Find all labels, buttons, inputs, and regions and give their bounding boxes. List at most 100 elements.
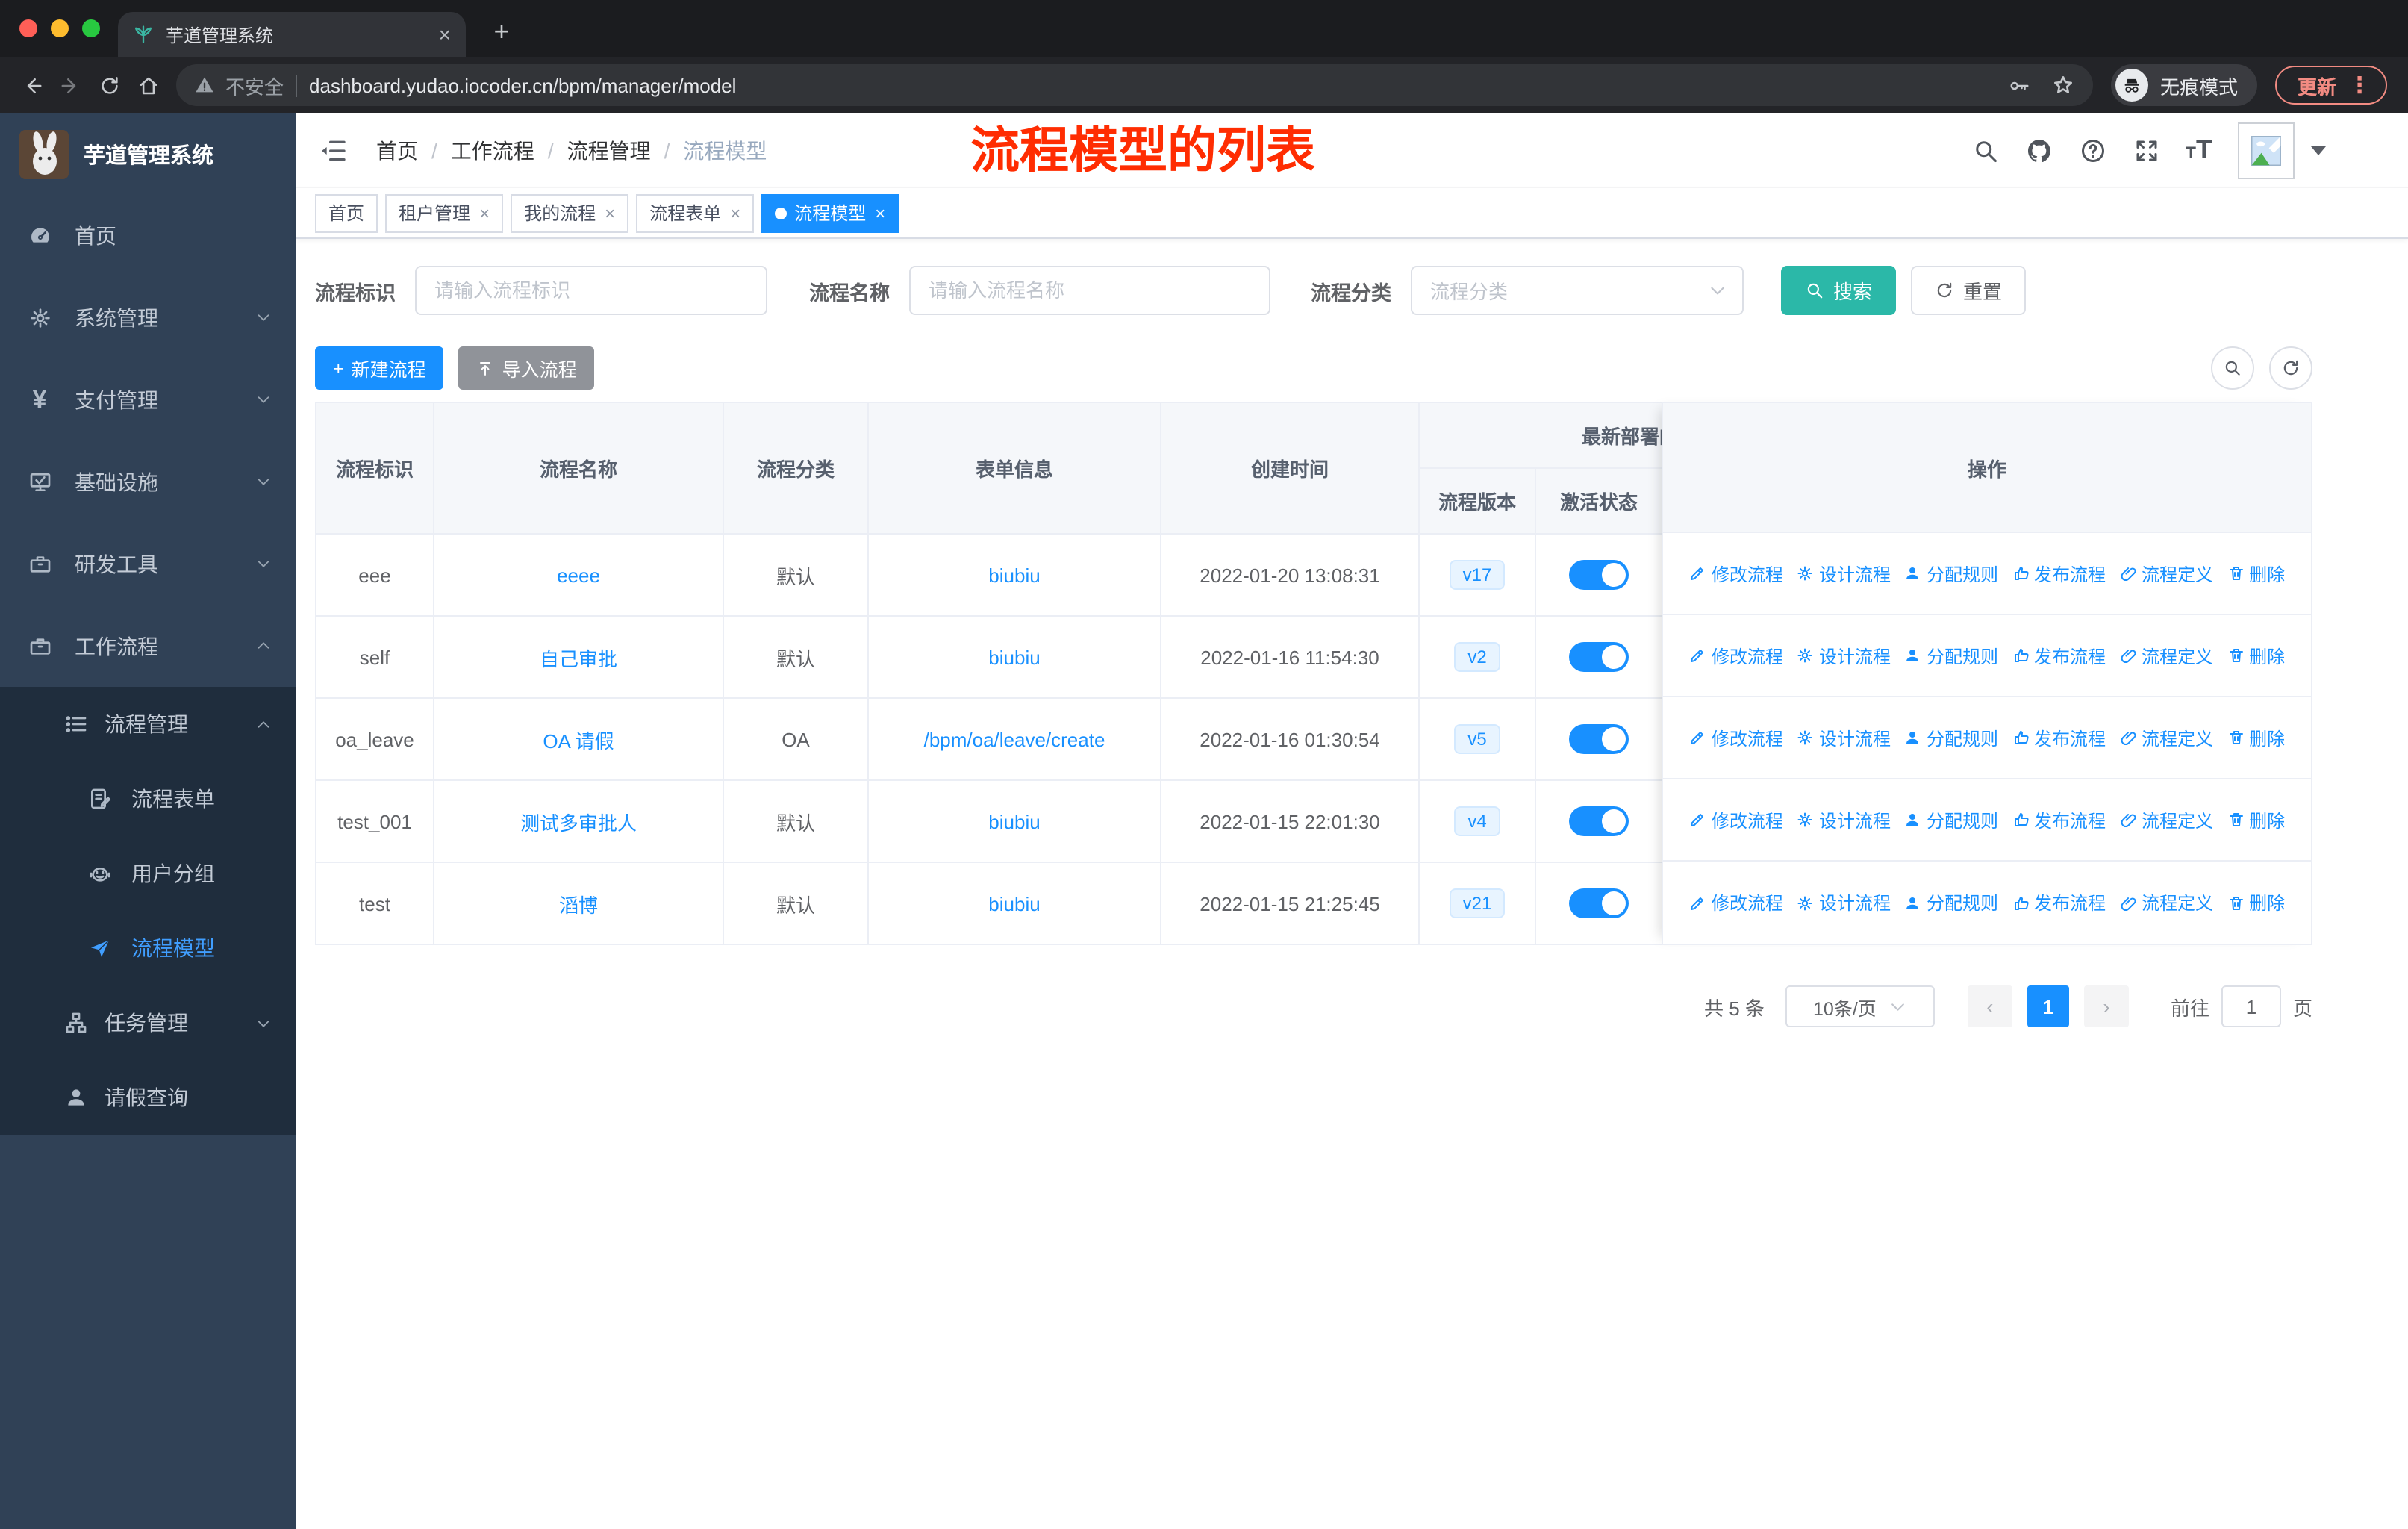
form-info-link[interactable]: biubiu xyxy=(988,892,1040,915)
design-process-link[interactable]: 设计流程 xyxy=(1797,561,1891,586)
reload-icon[interactable] xyxy=(90,66,128,105)
browser-tab[interactable]: 芋道管理系统 × xyxy=(118,12,466,57)
address-bar[interactable]: 不安全 dashboard.yudao.iocoder.cn/bpm/manag… xyxy=(176,64,2093,106)
home-icon[interactable] xyxy=(128,66,167,105)
tab-close-icon[interactable]: × xyxy=(439,24,451,45)
sidebar-item-task-management[interactable]: 任务管理 xyxy=(0,985,296,1060)
help-icon[interactable] xyxy=(2079,136,2107,164)
breadcrumb-process-management[interactable]: 流程管理 xyxy=(567,135,651,165)
tag-tenant[interactable]: 租户管理 × xyxy=(385,193,504,232)
menu-fold-icon[interactable] xyxy=(316,134,349,166)
back-icon[interactable] xyxy=(12,66,51,105)
edit-process-link[interactable]: 修改流程 xyxy=(1689,643,1783,668)
process-definition-link[interactable]: 流程定义 xyxy=(2119,890,2213,915)
assign-rules-link[interactable]: 分配规则 xyxy=(1904,643,1998,668)
sidebar-item-user-group[interactable]: 用户分组 xyxy=(0,836,296,911)
github-icon[interactable] xyxy=(2025,136,2053,164)
publish-process-link[interactable]: 发布流程 xyxy=(2012,807,2106,832)
delete-link[interactable]: 删除 xyxy=(2227,561,2285,586)
avatar-caret-icon[interactable] xyxy=(2311,146,2326,155)
process-name-link[interactable]: 自己审批 xyxy=(540,647,617,670)
fullscreen-icon[interactable] xyxy=(2133,136,2161,164)
process-definition-link[interactable]: 流程定义 xyxy=(2119,725,2213,750)
tag-my-process[interactable]: 我的流程 × xyxy=(511,193,629,232)
active-toggle[interactable] xyxy=(1569,724,1629,754)
delete-link[interactable]: 删除 xyxy=(2227,643,2285,668)
delete-link[interactable]: 删除 xyxy=(2227,725,2285,750)
active-toggle[interactable] xyxy=(1569,888,1629,918)
process-definition-link[interactable]: 流程定义 xyxy=(2119,807,2213,832)
sidebar-item-process-form[interactable]: 流程表单 xyxy=(0,762,296,836)
maximize-window-button[interactable] xyxy=(82,19,100,37)
breadcrumb-home[interactable]: 首页 xyxy=(376,135,418,165)
form-info-link[interactable]: biubiu xyxy=(988,646,1040,668)
process-name-link[interactable]: 滔博 xyxy=(559,894,598,916)
delete-link[interactable]: 删除 xyxy=(2227,890,2285,915)
reset-button[interactable]: 重置 xyxy=(1911,266,2027,315)
assign-rules-link[interactable]: 分配规则 xyxy=(1904,725,1998,750)
page-size-select[interactable]: 10条/页 xyxy=(1785,985,1935,1027)
close-window-button[interactable] xyxy=(19,19,37,37)
design-process-link[interactable]: 设计流程 xyxy=(1797,643,1891,668)
update-browser-button[interactable]: 更新 ⋮ xyxy=(2274,66,2387,105)
assign-rules-link[interactable]: 分配规则 xyxy=(1904,561,1998,586)
design-process-link[interactable]: 设计流程 xyxy=(1797,807,1891,832)
process-name-input[interactable] xyxy=(909,266,1270,315)
close-icon[interactable]: × xyxy=(875,202,885,223)
sidebar-item-payment[interactable]: ¥ 支付管理 xyxy=(0,358,296,440)
process-name-link[interactable]: 测试多审批人 xyxy=(520,812,637,834)
import-process-button[interactable]: 导入流程 xyxy=(458,346,595,390)
edit-process-link[interactable]: 修改流程 xyxy=(1689,561,1783,586)
new-tab-button[interactable]: + xyxy=(484,15,520,51)
create-process-button[interactable]: + 新建流程 xyxy=(315,346,444,390)
sidebar-item-infrastructure[interactable]: 基础设施 xyxy=(0,440,296,523)
security-status[interactable]: 不安全 xyxy=(194,71,284,99)
process-key-input[interactable] xyxy=(415,266,767,315)
active-toggle[interactable] xyxy=(1569,806,1629,836)
active-toggle[interactable] xyxy=(1569,560,1629,590)
search-icon[interactable] xyxy=(1971,136,2000,164)
form-info-link[interactable]: biubiu xyxy=(988,810,1040,832)
font-size-icon[interactable]: TT xyxy=(2186,137,2212,164)
process-name-link[interactable]: OA 请假 xyxy=(543,729,614,752)
tag-process-form[interactable]: 流程表单 × xyxy=(636,193,755,232)
avatar[interactable] xyxy=(2238,122,2295,178)
sidebar-item-dev-tools[interactable]: 研发工具 xyxy=(0,523,296,605)
assign-rules-link[interactable]: 分配规则 xyxy=(1904,890,1998,915)
next-page-button[interactable]: › xyxy=(2083,985,2129,1027)
assign-rules-link[interactable]: 分配规则 xyxy=(1904,807,1998,832)
process-definition-link[interactable]: 流程定义 xyxy=(2119,643,2213,668)
design-process-link[interactable]: 设计流程 xyxy=(1797,725,1891,750)
sidebar-item-leave-query[interactable]: 请假查询 xyxy=(0,1060,296,1135)
publish-process-link[interactable]: 发布流程 xyxy=(2012,890,2106,915)
process-name-link[interactable]: eeee xyxy=(557,564,600,586)
sidebar-item-home[interactable]: 首页 xyxy=(0,194,296,276)
minimize-window-button[interactable] xyxy=(51,19,69,37)
form-info-link[interactable]: biubiu xyxy=(988,564,1040,586)
form-info-link[interactable]: /bpm/oa/leave/create xyxy=(924,728,1105,750)
prev-page-button[interactable]: ‹ xyxy=(1967,985,2012,1027)
sidebar-item-process-management[interactable]: 流程管理 xyxy=(0,687,296,762)
sidebar-item-workflow[interactable]: 工作流程 xyxy=(0,605,296,687)
current-page-button[interactable]: 1 xyxy=(2027,985,2069,1027)
bookmark-star-icon[interactable] xyxy=(2051,73,2075,97)
breadcrumb-workflow[interactable]: 工作流程 xyxy=(451,135,534,165)
sidebar-item-system[interactable]: 系统管理 xyxy=(0,276,296,358)
sidebar-item-process-model[interactable]: 流程模型 xyxy=(0,911,296,985)
edit-process-link[interactable]: 修改流程 xyxy=(1689,725,1783,750)
close-icon[interactable]: × xyxy=(605,202,615,223)
tag-process-model[interactable]: 流程模型 × xyxy=(761,193,899,232)
refresh-table-button[interactable] xyxy=(2269,346,2312,390)
publish-process-link[interactable]: 发布流程 xyxy=(2012,643,2106,668)
edit-process-link[interactable]: 修改流程 xyxy=(1689,890,1783,915)
forward-icon[interactable] xyxy=(51,66,90,105)
delete-link[interactable]: 删除 xyxy=(2227,807,2285,832)
process-category-select[interactable]: 流程分类 xyxy=(1411,266,1744,315)
toggle-search-button[interactable] xyxy=(2211,346,2254,390)
goto-page-input[interactable] xyxy=(2221,985,2281,1027)
process-definition-link[interactable]: 流程定义 xyxy=(2119,561,2213,586)
close-icon[interactable]: × xyxy=(730,202,740,223)
close-icon[interactable]: × xyxy=(479,202,490,223)
key-icon[interactable] xyxy=(2008,74,2030,96)
edit-process-link[interactable]: 修改流程 xyxy=(1689,807,1783,832)
